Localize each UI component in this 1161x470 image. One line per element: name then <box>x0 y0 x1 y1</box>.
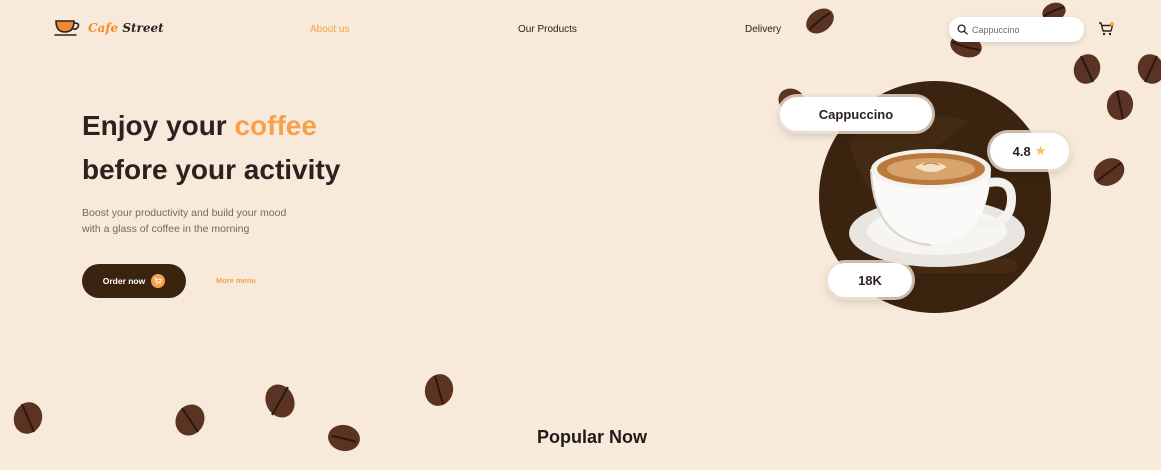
product-rating: 4.8 <box>1012 143 1031 159</box>
coffee-bean-icon <box>1106 90 1134 120</box>
order-cart-icon <box>151 274 166 288</box>
brand-name-part2: Street <box>122 21 164 35</box>
coffee-bean-icon <box>328 424 360 452</box>
section-title: Popular Now <box>537 427 648 447</box>
hero-subtitle-line1: Boost your productivity and build your m… <box>82 207 287 219</box>
search-box[interactable] <box>949 17 1084 42</box>
coffee-bean-icon <box>424 374 454 406</box>
coffee-bean-icon <box>806 8 834 34</box>
product-rating-pill: 4.8 ★ <box>990 133 1069 169</box>
coffee-bean-icon <box>265 384 295 418</box>
hero-subtitle-line2: with a glass of coffee in the morning <box>82 223 250 235</box>
search-icon <box>957 24 968 35</box>
hero-title: Enjoy your coffee before your activity <box>82 104 340 192</box>
hero-title-accent: coffee <box>234 110 317 141</box>
nav-about-us[interactable]: About us <box>310 24 349 35</box>
product-count: 18K <box>858 272 882 288</box>
nav-delivery[interactable]: Delivery <box>745 24 781 35</box>
order-now-label: Order now <box>102 276 146 286</box>
nav-our-products[interactable]: Our Products <box>518 24 577 35</box>
cart-icon <box>1099 22 1114 36</box>
coffee-bean-icon <box>1093 158 1125 186</box>
product-name-pill: Cappuccino <box>780 97 932 131</box>
order-now-button[interactable]: Order now <box>82 264 186 298</box>
product-name: Cappuccino <box>818 106 894 122</box>
product-count-pill: 18K <box>828 263 912 297</box>
hero-title-prefix: Enjoy your <box>82 110 227 141</box>
coffee-bean-icon <box>1137 54 1161 84</box>
hero-subtitle: Boost your productivity and build your m… <box>82 205 322 237</box>
brand-name-part1: Cafe <box>88 21 119 35</box>
coffee-cup-logo-icon <box>54 20 80 36</box>
more-menu-link[interactable]: More menu <box>216 276 256 285</box>
coffee-bean-icon <box>13 402 43 434</box>
cart-button[interactable] <box>1098 22 1114 41</box>
coffee-bean-icon <box>175 404 205 436</box>
coffee-bean-icon <box>1073 54 1101 84</box>
star-icon: ★ <box>1034 143 1047 158</box>
search-input[interactable] <box>972 24 1072 35</box>
brand-logo[interactable]: Cafe Street <box>54 18 164 38</box>
hero-title-line2: before your activity <box>82 154 341 185</box>
